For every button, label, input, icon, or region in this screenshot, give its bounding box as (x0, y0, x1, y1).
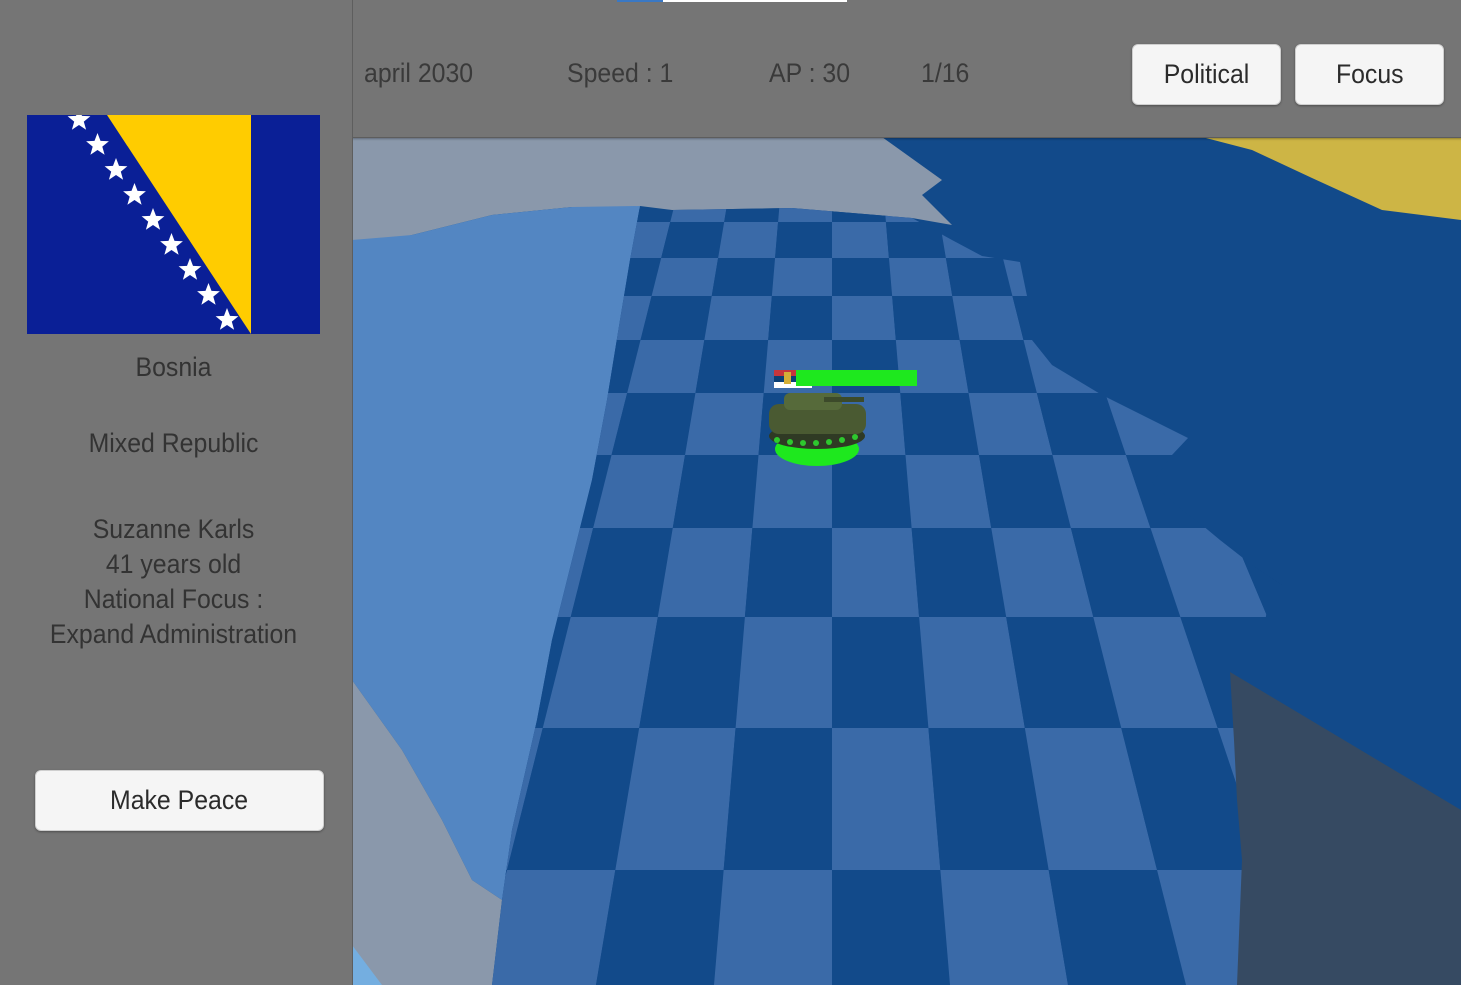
leader-name: Suzanne Karls (92, 514, 255, 544)
political-button-label: Political (1163, 59, 1250, 89)
turn-counter: 1/16 (921, 58, 970, 88)
focus-button[interactable]: Focus (1295, 44, 1444, 105)
country-panel: Bosnia Mixed Republic Suzanne Karls 41 y… (0, 0, 353, 985)
current-date: april 2030 (364, 58, 474, 88)
national-focus-value: Expand Administration (49, 619, 298, 649)
make-peace-label: Make Peace (110, 785, 249, 815)
leader-age: 41 years old (105, 549, 242, 579)
top-strip-blue (617, 0, 663, 2)
action-points: AP : 30 (769, 58, 851, 88)
political-map-button[interactable]: Political (1132, 44, 1281, 105)
focus-button-label: Focus (1335, 59, 1404, 89)
bosnia-flag-icon (27, 115, 320, 334)
make-peace-button[interactable]: Make Peace (35, 770, 324, 831)
game-map[interactable] (352, 0, 1461, 985)
government-type: Mixed Republic (88, 428, 259, 458)
top-bar: april 2030 Speed : 1 AP : 30 1/16 Politi… (352, 0, 1461, 138)
country-name: Bosnia (135, 352, 212, 382)
game-speed[interactable]: Speed : 1 (567, 58, 673, 89)
health-bar (796, 370, 917, 386)
top-strip-white (663, 0, 847, 2)
national-focus-label: National Focus : (83, 584, 264, 614)
